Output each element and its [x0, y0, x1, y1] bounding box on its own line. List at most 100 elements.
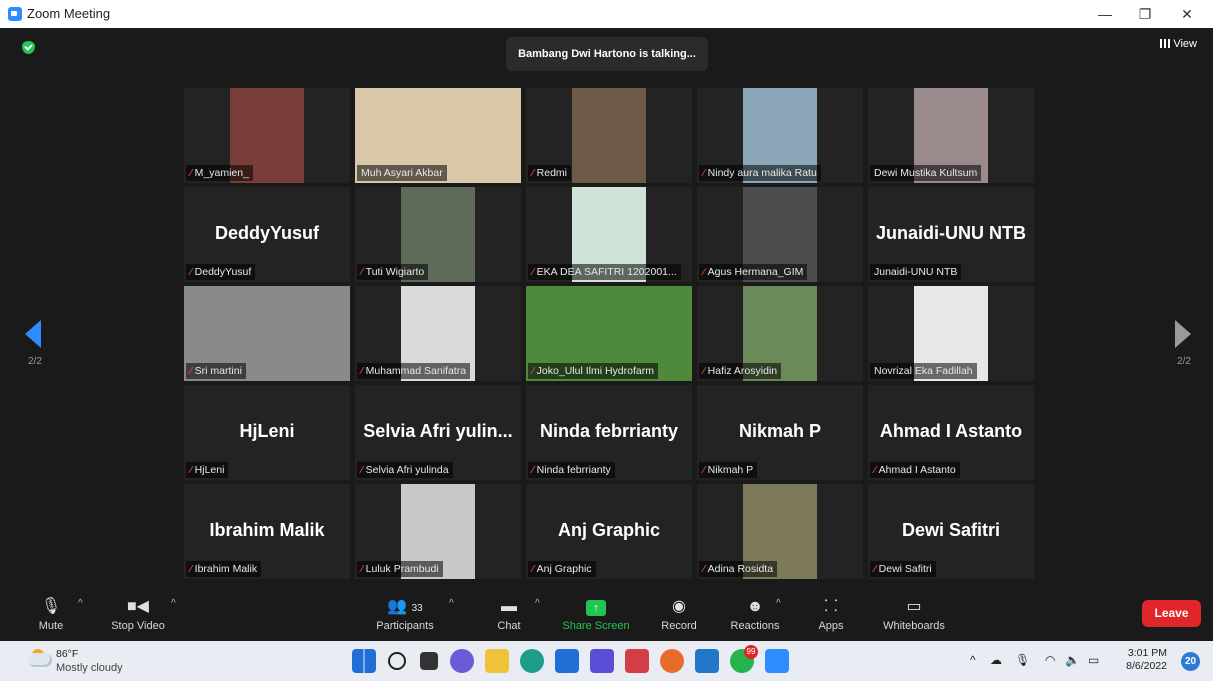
minimize-button[interactable]: —	[1093, 4, 1117, 24]
participant-name: Ninda febrrianty	[536, 464, 611, 476]
participant-tile[interactable]: ⁄ M_yamien_	[184, 88, 350, 183]
task-view-icon[interactable]	[420, 652, 438, 670]
participant-tile[interactable]: Dewi Safitri ⁄ Dewi Safitri	[868, 484, 1034, 579]
search-icon[interactable]	[388, 652, 406, 670]
file-explorer-icon[interactable]	[485, 649, 509, 673]
stop-video-button[interactable]: ■◀ Stop Video	[106, 589, 170, 641]
muted-microphone-icon: ⁄	[703, 267, 705, 278]
apps-button[interactable]: ⸬ Apps	[814, 589, 848, 641]
next-page-arrow-icon[interactable]	[1175, 320, 1191, 348]
participant-tile[interactable]: Muh Asyari Akbar	[355, 88, 521, 183]
participant-tile[interactable]: ⁄ Redmi	[526, 88, 692, 183]
participant-tile[interactable]: Junaidi-UNU NTB Junaidi-UNU NTB	[868, 187, 1034, 282]
participants-button[interactable]: 👥 33 Participants	[370, 589, 440, 641]
record-button[interactable]: ◉ Record	[658, 589, 700, 641]
participant-tile[interactable]: ⁄ Muhammad Sanifatra	[355, 286, 521, 381]
battery-icon[interactable]: ▭	[1088, 653, 1099, 667]
zoom-taskbar-icon[interactable]	[765, 649, 789, 673]
participant-tile[interactable]: ⁄ Luluk Prambudi	[355, 484, 521, 579]
muted-microphone-icon: ⁄	[703, 366, 705, 377]
participant-tile[interactable]: ⁄ Tuti Wigiarto	[355, 187, 521, 282]
participant-display-name: Junaidi-UNU NTB	[876, 223, 1026, 243]
windows-start-icon[interactable]	[352, 649, 376, 673]
participant-name-label: ⁄ Ahmad I Astanto	[870, 462, 960, 478]
participant-name: Muhammad Sanifatra	[365, 365, 467, 377]
participant-tile[interactable]: DeddyYusuf ⁄ DeddyYusuf	[184, 187, 350, 282]
participants-caret-icon[interactable]: ^	[449, 598, 454, 609]
participant-tile[interactable]: HjLeni ⁄ HjLeni	[184, 385, 350, 480]
muted-microphone-icon: ⁄	[532, 366, 534, 377]
participant-display-name: Ninda febrrianty	[539, 421, 679, 441]
participant-display-name: Anj Graphic	[557, 520, 660, 540]
participant-name: Anj Graphic	[536, 563, 592, 575]
participant-name: DeddyYusuf	[194, 266, 252, 278]
system-clock[interactable]: 3:01 PM 8/6/2022	[1126, 647, 1167, 673]
participant-name-label: ⁄ Anj Graphic	[528, 561, 596, 577]
participant-tile[interactable]: ⁄ Hafiz Arosyidin	[697, 286, 863, 381]
microphone-tray-icon[interactable]: 🎙	[1015, 653, 1030, 667]
participant-name: Ibrahim Malik	[194, 563, 258, 575]
restore-button[interactable]: ❐	[1133, 4, 1157, 24]
teams-chat-icon[interactable]	[450, 649, 474, 673]
participant-display-name: HjLeni	[239, 421, 295, 441]
tray-chevron-icon[interactable]: ^	[970, 653, 976, 667]
whiteboards-button[interactable]: ▭ Whiteboards	[879, 589, 949, 641]
apps-icon: ⸬	[824, 598, 838, 615]
volume-icon[interactable]: 🔈	[1065, 653, 1080, 667]
reactions-caret-icon[interactable]: ^	[776, 598, 781, 609]
photos-icon[interactable]	[695, 649, 719, 673]
security-shield-icon[interactable]	[22, 41, 35, 54]
participant-video	[572, 88, 646, 183]
participant-name-label: ⁄ Muhammad Sanifatra	[357, 363, 471, 379]
wifi-icon[interactable]: ◠	[1045, 653, 1055, 667]
participant-tile[interactable]: ⁄ Agus Hermana_GIM	[697, 187, 863, 282]
whiteboard-icon: ▭	[906, 598, 922, 615]
muted-microphone-icon: ⁄	[703, 168, 705, 179]
mute-button[interactable]: 🎙 Mute	[32, 589, 70, 641]
view-button[interactable]: View	[1160, 38, 1197, 50]
participant-tile[interactable]: ⁄ Joko_Ulul Ilmi Hydrofarm	[526, 286, 692, 381]
participant-name: Sri martini	[194, 365, 242, 377]
participant-name: M_yamien_	[194, 167, 249, 179]
chat-button[interactable]: ▬ Chat	[492, 589, 526, 641]
participant-tile[interactable]: Anj Graphic ⁄ Anj Graphic	[526, 484, 692, 579]
participant-name-label: ⁄ Adina Rosidta	[699, 561, 778, 577]
participant-tile[interactable]: ⁄ Adina Rosidta	[697, 484, 863, 579]
app-icon[interactable]	[590, 649, 614, 673]
participant-tile[interactable]: Dewi Mustika Kultsum	[868, 88, 1034, 183]
edge-browser-icon[interactable]	[520, 649, 544, 673]
notification-badge[interactable]: 20	[1181, 652, 1200, 671]
participant-tile[interactable]: ⁄ EKA DEA SAFITRI 1202001...	[526, 187, 692, 282]
participant-tile[interactable]: Ahmad I Astanto ⁄ Ahmad I Astanto	[868, 385, 1034, 480]
previous-page-arrow-icon[interactable]	[25, 320, 41, 348]
participant-name: Joko_Ulul Ilmi Hydrofarm	[536, 365, 654, 377]
participant-tile[interactable]: Ninda febrrianty ⁄ Ninda febrrianty	[526, 385, 692, 480]
share-screen-button[interactable]: ↑ Share Screen	[560, 589, 632, 641]
video-camera-icon: ■◀	[127, 598, 149, 615]
participant-tile[interactable]: ⁄ Sri martini	[184, 286, 350, 381]
store-icon[interactable]	[555, 649, 579, 673]
participant-name-label: Novrizal Eka Fadillah	[870, 363, 977, 379]
chat-caret-icon[interactable]: ^	[535, 598, 540, 609]
paint-icon[interactable]	[660, 649, 684, 673]
leave-button[interactable]: Leave	[1142, 600, 1201, 627]
video-options-caret-icon[interactable]: ^	[171, 598, 176, 609]
onedrive-cloud-icon[interactable]: ☁	[990, 653, 1002, 667]
muted-microphone-icon: ⁄	[703, 465, 705, 476]
participant-tile[interactable]: Novrizal Eka Fadillah	[868, 286, 1034, 381]
close-button[interactable]: ✕	[1175, 4, 1199, 24]
muted-microphone-icon: ⁄	[190, 168, 192, 179]
window-title: Zoom Meeting	[27, 6, 111, 21]
participant-tile[interactable]: Selvia Afri yulin... ⁄ Selvia Afri yulinda	[355, 385, 521, 480]
participant-name: Redmi	[536, 167, 568, 179]
mcafee-icon[interactable]	[625, 649, 649, 673]
reactions-button[interactable]: ☻ Reactions	[727, 589, 783, 641]
participant-tile[interactable]: ⁄ Nindy aura malika Ratu	[697, 88, 863, 183]
apps-label: Apps	[818, 620, 844, 632]
participant-tile[interactable]: Ibrahim Malik ⁄ Ibrahim Malik	[184, 484, 350, 579]
audio-options-caret-icon[interactable]: ^	[78, 598, 83, 609]
participant-name: Hafiz Arosyidin	[707, 365, 778, 377]
participant-tile[interactable]: Nikmah P ⁄ Nikmah P	[697, 385, 863, 480]
participant-name-label: ⁄ Tuti Wigiarto	[357, 264, 429, 280]
participant-name: EKA DEA SAFITRI 1202001...	[536, 266, 677, 278]
